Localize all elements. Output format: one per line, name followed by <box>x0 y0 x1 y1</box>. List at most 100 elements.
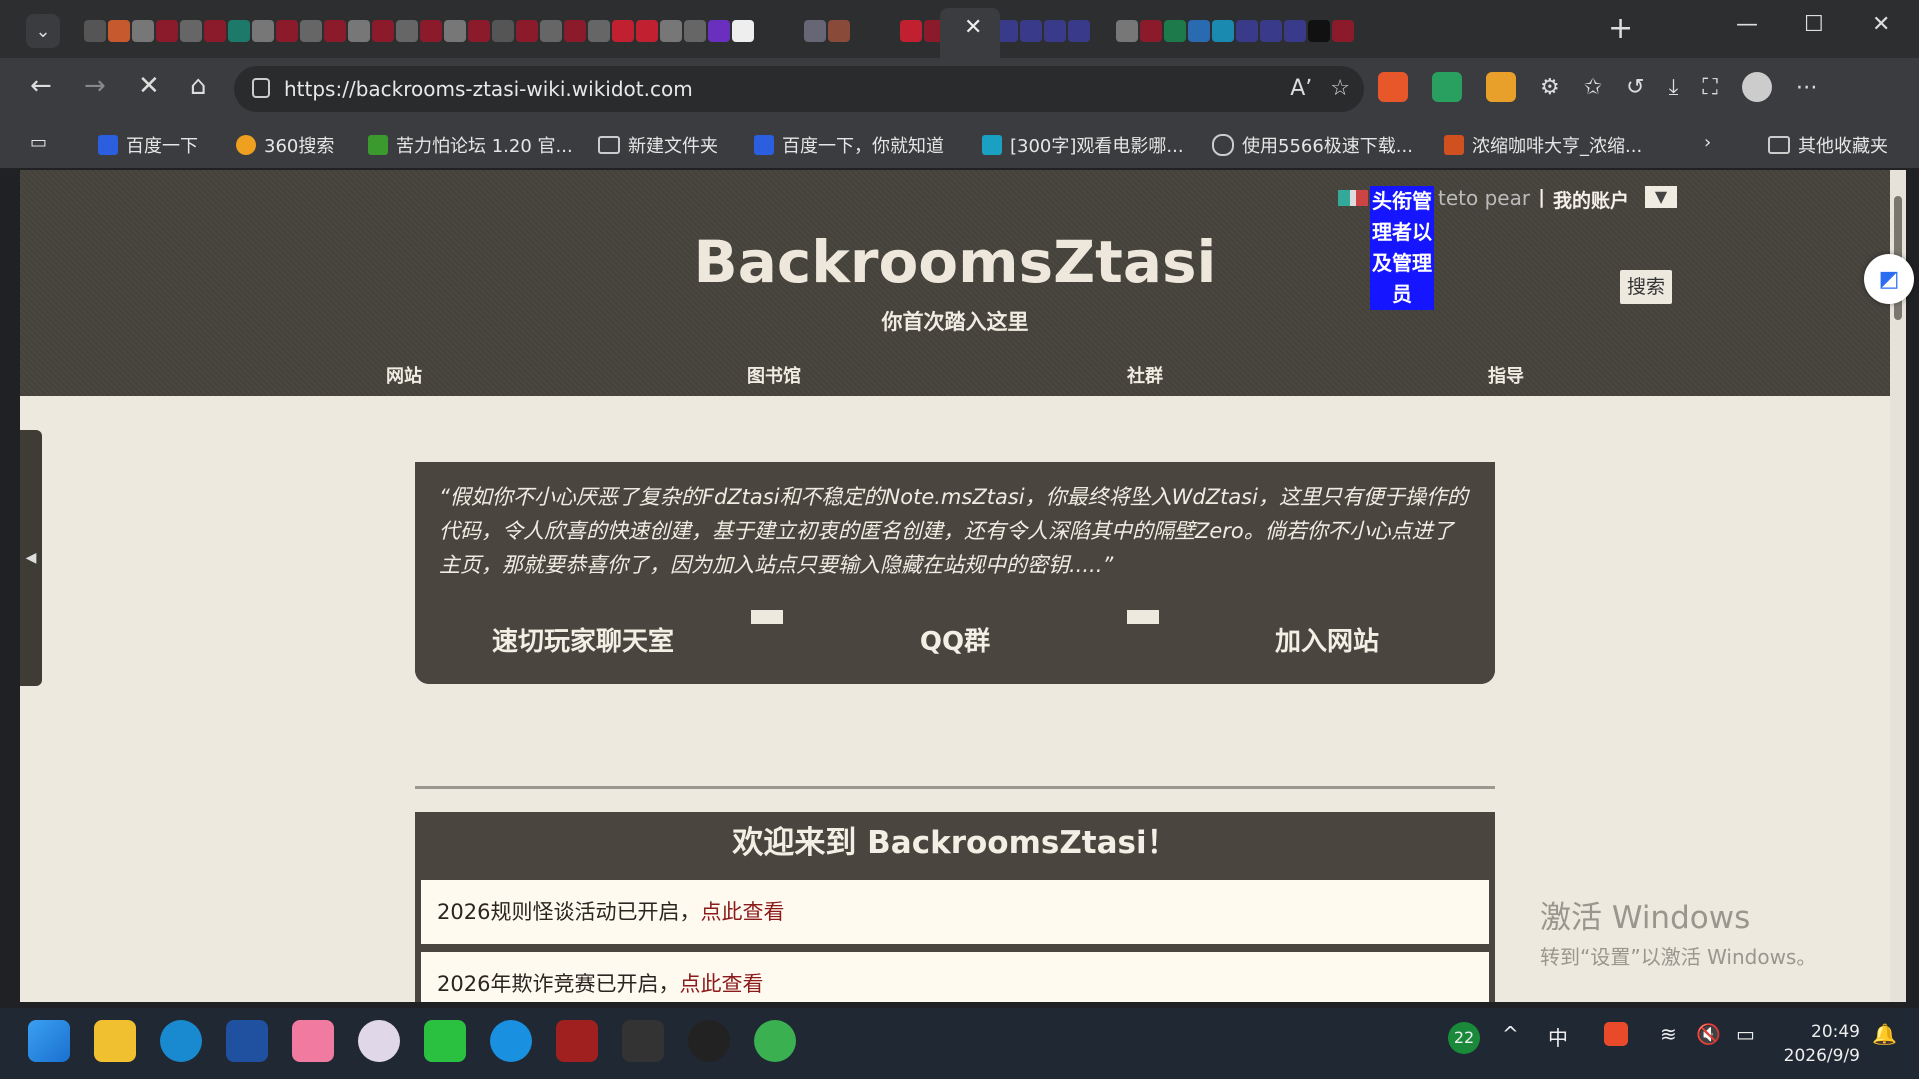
tab-favicon[interactable] <box>564 20 586 42</box>
tab-favicon[interactable] <box>1116 20 1138 42</box>
tab-favicon[interactable] <box>324 20 346 42</box>
tab-favicon[interactable] <box>252 20 274 42</box>
profile-avatar[interactable] <box>1741 72 1772 102</box>
tab-favicon[interactable] <box>516 20 538 42</box>
tab-favicon[interactable] <box>372 20 394 42</box>
shield-extension-icon[interactable] <box>1432 72 1462 102</box>
tab-favicon[interactable] <box>1164 20 1186 42</box>
pcl-launcher-icon[interactable] <box>226 1020 268 1062</box>
other-favorites-folder[interactable]: 其他收藏夹 <box>1768 132 1888 158</box>
close-tab-icon[interactable]: ✕ <box>964 16 982 40</box>
tab-favicon[interactable] <box>1212 20 1234 42</box>
sogou-ime-icon[interactable] <box>1604 1022 1628 1046</box>
tab-favicon[interactable] <box>396 20 418 42</box>
back-icon[interactable]: ← <box>30 72 52 100</box>
tab-favicon[interactable] <box>180 20 202 42</box>
file-explorer-icon[interactable] <box>94 1020 136 1062</box>
bookmark-folder[interactable]: 新建文件夹 <box>598 132 718 158</box>
chatroom-button[interactable]: 速切玩家聊天室 <box>415 610 751 684</box>
nav-item-guide[interactable]: 指导 <box>1488 362 1524 388</box>
tab-favicon[interactable] <box>780 20 802 42</box>
copilot-icon[interactable]: ◩ <box>1864 254 1914 304</box>
forward-icon[interactable]: → <box>84 72 106 100</box>
tab-favicon[interactable] <box>828 20 850 42</box>
terminal-icon[interactable] <box>622 1020 664 1062</box>
notification-bell-icon[interactable]: 🔔 <box>1872 1022 1897 1046</box>
more-menu-icon[interactable]: ⋯ <box>1796 75 1818 100</box>
tab-favicon[interactable] <box>804 20 826 42</box>
new-tab-button[interactable]: + <box>1608 14 1633 44</box>
bookmark-item[interactable]: 百度一下，你就知道 <box>754 132 944 158</box>
stop-loading-icon[interactable]: ✕ <box>138 72 160 100</box>
tab-favicon[interactable] <box>108 20 130 42</box>
tab-list-button[interactable]: ⌄ <box>26 14 60 48</box>
favorite-star-icon[interactable]: ☆ <box>1330 76 1350 101</box>
user-extension-icon[interactable] <box>1486 72 1516 102</box>
url-text[interactable]: https://backrooms-ztasi-wiki.wikidot.com <box>284 77 693 101</box>
ad-block-off-icon[interactable] <box>1378 72 1408 102</box>
qq-group-button[interactable]: QQ群 <box>783 610 1127 684</box>
downloads-icon[interactable]: ⤓ <box>1669 75 1679 100</box>
tab-favicon[interactable] <box>228 20 250 42</box>
nav-item-site[interactable]: 网站 <box>386 362 422 388</box>
tab-favicon[interactable] <box>612 20 634 42</box>
minimize-button[interactable]: — <box>1736 12 1758 37</box>
nav-item-community[interactable]: 社群 <box>1127 362 1163 388</box>
bookmark-item[interactable]: 360搜索 <box>236 132 334 158</box>
tab-favicon[interactable] <box>900 20 922 42</box>
site-title[interactable]: BackroomsZtasi <box>20 228 1890 296</box>
tab-favicon[interactable] <box>1044 20 1066 42</box>
tab-favicon[interactable] <box>684 20 706 42</box>
qq-icon[interactable] <box>688 1020 730 1062</box>
tab-favicon[interactable] <box>1260 20 1282 42</box>
start-windows-icon[interactable] <box>28 1020 70 1062</box>
wifi-icon[interactable]: ≋ <box>1660 1022 1677 1046</box>
input-method-indicator[interactable]: 中 <box>1548 1022 1568 1051</box>
notification-badge[interactable]: 22 <box>1448 1022 1480 1054</box>
tab-favicon[interactable] <box>1308 20 1330 42</box>
tab-favicon[interactable] <box>444 20 466 42</box>
tab-favicon[interactable] <box>732 20 754 42</box>
tab-favicon[interactable] <box>1140 20 1162 42</box>
read-aloud-icon[interactable]: Aʼ <box>1290 76 1312 101</box>
tab-favicon[interactable] <box>420 20 442 42</box>
maximize-button[interactable]: ☐ <box>1804 12 1824 37</box>
bookmark-item[interactable]: 苦力怕论坛 1.20 官... <box>368 132 573 158</box>
tab-favicon[interactable] <box>132 20 154 42</box>
edge-browser-icon[interactable] <box>160 1020 202 1062</box>
tab-favicon[interactable] <box>1092 20 1114 42</box>
history-icon[interactable]: ↺ <box>1626 75 1644 100</box>
tab-favicon[interactable] <box>852 20 874 42</box>
tab-favicon[interactable] <box>84 20 106 42</box>
search-button[interactable]: 搜索 <box>1620 270 1672 304</box>
favorites-icon[interactable]: ✩ <box>1584 75 1602 100</box>
bilibili-icon[interactable] <box>292 1020 334 1062</box>
join-site-button[interactable]: 加入网站 <box>1159 610 1495 684</box>
media-player-icon[interactable] <box>490 1020 532 1062</box>
browser-360-icon[interactable] <box>754 1020 796 1062</box>
site-info-icon[interactable] <box>252 78 270 98</box>
tab-favicon[interactable] <box>588 20 610 42</box>
more-bookmarks-chevron-icon[interactable]: › <box>1704 132 1711 153</box>
tab-favicon[interactable] <box>276 20 298 42</box>
winrar-icon[interactable] <box>556 1020 598 1062</box>
address-bar[interactable]: https://backrooms-ztasi-wiki.wikidot.com… <box>234 66 1364 112</box>
bookmark-item[interactable]: 百度一下 <box>98 132 198 158</box>
tab-favicon[interactable] <box>156 20 178 42</box>
bookmark-item[interactable]: [300字]观看电影哪... <box>982 132 1184 158</box>
tab-favicon[interactable] <box>636 20 658 42</box>
tab-favicon[interactable] <box>204 20 226 42</box>
wechat-icon[interactable] <box>424 1020 466 1062</box>
tab-favicon[interactable] <box>1236 20 1258 42</box>
avatar-app-icon[interactable] <box>358 1020 400 1062</box>
screenshot-icon[interactable]: ⛶ <box>1702 75 1717 100</box>
bookmarks-menu-icon[interactable]: ▭ <box>30 132 47 153</box>
my-account-link[interactable]: 我的账户 <box>1553 186 1629 213</box>
account-dropdown-icon[interactable]: ▼ <box>1645 186 1678 208</box>
tab-favicon[interactable] <box>876 20 898 42</box>
side-panel-toggle[interactable]: ◀ <box>20 430 42 686</box>
tab-favicon[interactable] <box>492 20 514 42</box>
tab-favicon[interactable] <box>300 20 322 42</box>
tab-favicon[interactable] <box>468 20 490 42</box>
volume-muted-icon[interactable]: 🔇 <box>1696 1022 1721 1046</box>
